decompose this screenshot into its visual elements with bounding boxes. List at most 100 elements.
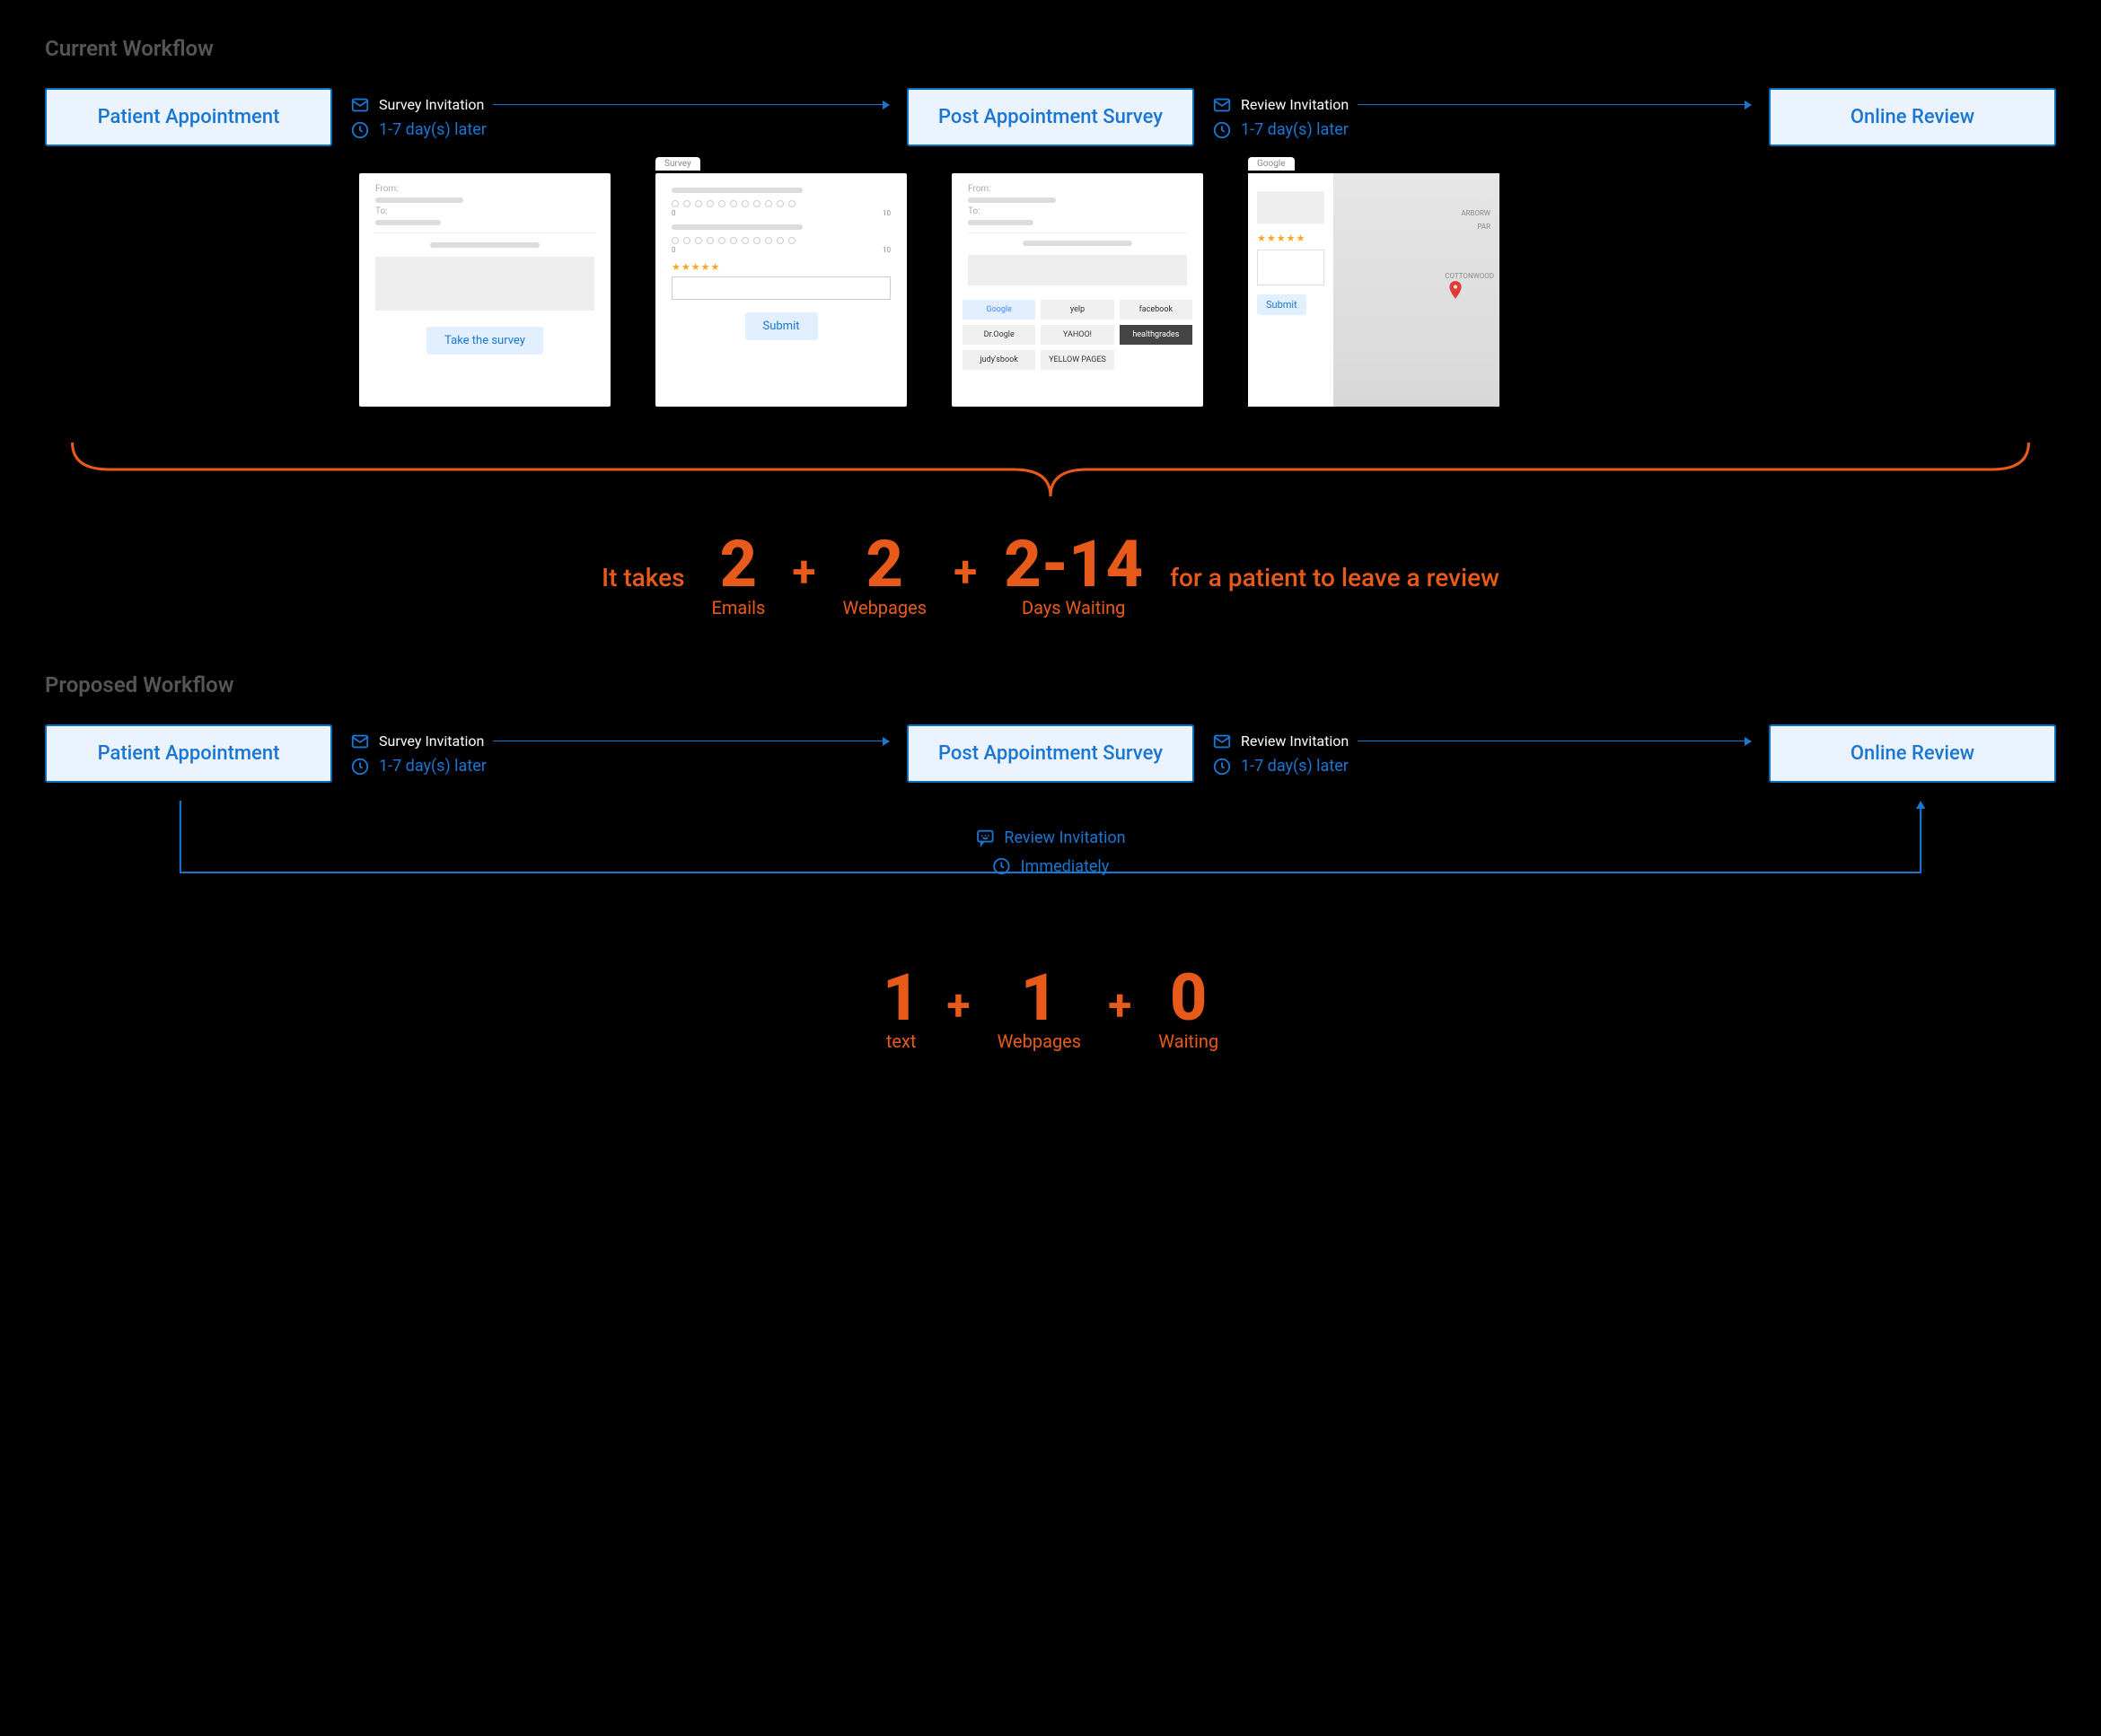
scale-max: 10 xyxy=(883,209,891,217)
stat-label: Waiting xyxy=(1158,1030,1218,1052)
node-patient-appointment: Patient Appointment xyxy=(45,724,332,783)
clock-icon xyxy=(1212,757,1232,776)
map-label: ARBORW xyxy=(1461,209,1490,217)
stat-label: Days Waiting xyxy=(1022,597,1125,618)
node-post-appointment-survey: Post Appointment Survey xyxy=(907,88,1194,146)
node-patient-appointment: Patient Appointment xyxy=(45,88,332,146)
map-background: ARBORW COTTONWOOD PAR ★★★★★ Submit xyxy=(1248,173,1499,407)
summary-proposed: 1 text + 1 Webpages + 0 Waiting xyxy=(45,966,2056,1052)
star-rating: ★★★★★ xyxy=(1257,232,1324,244)
stat-emails: 2 Emails xyxy=(712,532,766,618)
section-title-proposed: Proposed Workflow xyxy=(45,672,2056,697)
arrow-label: Review Invitation xyxy=(1241,96,1349,113)
site-yahoo: YAHOO! xyxy=(1041,325,1113,345)
arrow-label: Survey Invitation xyxy=(379,732,484,750)
stat-value: 1 xyxy=(1021,966,1059,1030)
site-yellowpages: YELLOW PAGES xyxy=(1041,350,1113,370)
scale-max: 10 xyxy=(883,246,891,254)
envelope-icon xyxy=(350,95,370,115)
tab-label-survey: Survey xyxy=(655,157,700,171)
submit-button: Submit xyxy=(745,312,818,340)
email-to-label: To: xyxy=(375,206,594,216)
site-google: Google xyxy=(963,300,1035,320)
node-online-review: Online Review xyxy=(1769,88,2056,146)
arrow-review-invitation: Review Invitation 1-7 day(s) later xyxy=(1212,95,1751,140)
submit-button: Submit xyxy=(1257,294,1306,315)
map-label: COTTONWOOD xyxy=(1445,272,1494,280)
site-judysbook: judy'sbook xyxy=(963,350,1035,370)
stat-value: 2-14 xyxy=(1004,532,1143,597)
section-title-current: Current Workflow xyxy=(45,36,2056,61)
stat-waiting: 0 Waiting xyxy=(1158,966,1218,1052)
arrow-survey-invitation: Survey Invitation 1-7 day(s) later xyxy=(350,95,889,140)
tab-label-google: Google xyxy=(1248,157,1295,171)
stat-label: text xyxy=(886,1030,917,1052)
site-droogle: Dr.Oogle xyxy=(963,325,1035,345)
stat-days-waiting: 2-14 Days Waiting xyxy=(1004,532,1143,618)
stat-value: 2 xyxy=(866,532,904,597)
mockup-google-review: Google ARBORW COTTONWOOD PAR ★★★★★ Submi… xyxy=(1248,173,1499,407)
arrow-line xyxy=(1358,104,1751,105)
review-sites-grid: Google yelp facebook Dr.Oogle YAHOO! hea… xyxy=(952,300,1203,370)
map-label: PAR xyxy=(1477,223,1490,231)
arrow-sublabel: 1-7 day(s) later xyxy=(1241,120,1349,139)
return-arrow-label: Review Invitation xyxy=(1004,829,1125,847)
stat-label: Webpages xyxy=(998,1030,1082,1052)
text-input-mock xyxy=(672,276,891,300)
mockup-survey-form: Survey 010 010 ★★★★★ Submit xyxy=(655,173,907,407)
stat-label: Emails xyxy=(712,597,766,618)
stat-value: 0 xyxy=(1170,966,1208,1030)
plus-icon: + xyxy=(946,979,970,1030)
arrow-sublabel: 1-7 day(s) later xyxy=(379,757,487,776)
node-online-review: Online Review xyxy=(1769,724,2056,783)
email-from-label: From: xyxy=(968,184,1187,194)
nps-scale-1 xyxy=(672,200,891,207)
mockup-email-survey: From: To: Take the survey xyxy=(359,173,611,407)
arrow-line xyxy=(493,104,889,105)
node-post-appointment-survey: Post Appointment Survey xyxy=(907,724,1194,783)
mockup-email-review-sites: From: To: Google yelp facebook Dr.Oogle … xyxy=(952,173,1203,407)
plus-icon: + xyxy=(1108,979,1131,1030)
clock-icon xyxy=(350,757,370,776)
plus-icon: + xyxy=(954,546,977,597)
arrow-label: Review Invitation xyxy=(1241,732,1349,750)
arrow-sublabel: 1-7 day(s) later xyxy=(379,120,487,139)
email-from-label: From: xyxy=(375,184,594,194)
clock-icon xyxy=(1212,120,1232,140)
email-to-label: To: xyxy=(968,206,1187,216)
summary-lead: It takes xyxy=(602,563,684,592)
stat-value: 1 xyxy=(883,966,920,1030)
envelope-icon xyxy=(350,732,370,751)
scale-min: 0 xyxy=(672,209,676,217)
scale-min: 0 xyxy=(672,246,676,254)
summary-brace xyxy=(45,434,2056,505)
star-rating: ★★★★★ xyxy=(672,261,891,273)
summary-trail: for a patient to leave a review xyxy=(1170,563,1499,592)
stat-webpages: 1 Webpages xyxy=(998,966,1082,1052)
map-pin-icon xyxy=(1447,281,1464,305)
site-facebook: facebook xyxy=(1120,300,1192,320)
stat-label: Webpages xyxy=(843,597,927,618)
arrow-review-invitation: Review Invitation 1-7 day(s) later xyxy=(1212,732,1751,776)
clock-icon xyxy=(350,120,370,140)
arrow-label: Survey Invitation xyxy=(379,96,484,113)
envelope-icon xyxy=(1212,732,1232,751)
current-workflow-row: Patient Appointment Survey Invitation 1-… xyxy=(45,88,2056,146)
take-survey-button: Take the survey xyxy=(426,327,543,355)
return-arrow: Review Invitation Immediately xyxy=(162,801,1939,948)
stat-webpages: 2 Webpages xyxy=(843,532,927,618)
arrow-sublabel: 1-7 day(s) later xyxy=(1241,757,1349,776)
nps-scale-2 xyxy=(672,237,891,244)
plus-icon: + xyxy=(792,546,815,597)
review-text-input xyxy=(1257,250,1324,285)
envelope-icon xyxy=(1212,95,1232,115)
site-yelp: yelp xyxy=(1041,300,1113,320)
stat-text: 1 text xyxy=(883,966,920,1052)
mockups-row: From: To: Take the survey Survey 010 010 xyxy=(359,173,2056,407)
arrow-survey-invitation: Survey Invitation 1-7 day(s) later xyxy=(350,732,889,776)
clock-icon xyxy=(992,856,1012,876)
summary-current: It takes 2 Emails + 2 Webpages + 2-14 Da… xyxy=(45,532,2056,618)
proposed-workflow-row: Patient Appointment Survey Invitation 1-… xyxy=(45,724,2056,783)
stat-value: 2 xyxy=(720,532,758,597)
return-arrow-sublabel: Immediately xyxy=(1021,857,1110,876)
